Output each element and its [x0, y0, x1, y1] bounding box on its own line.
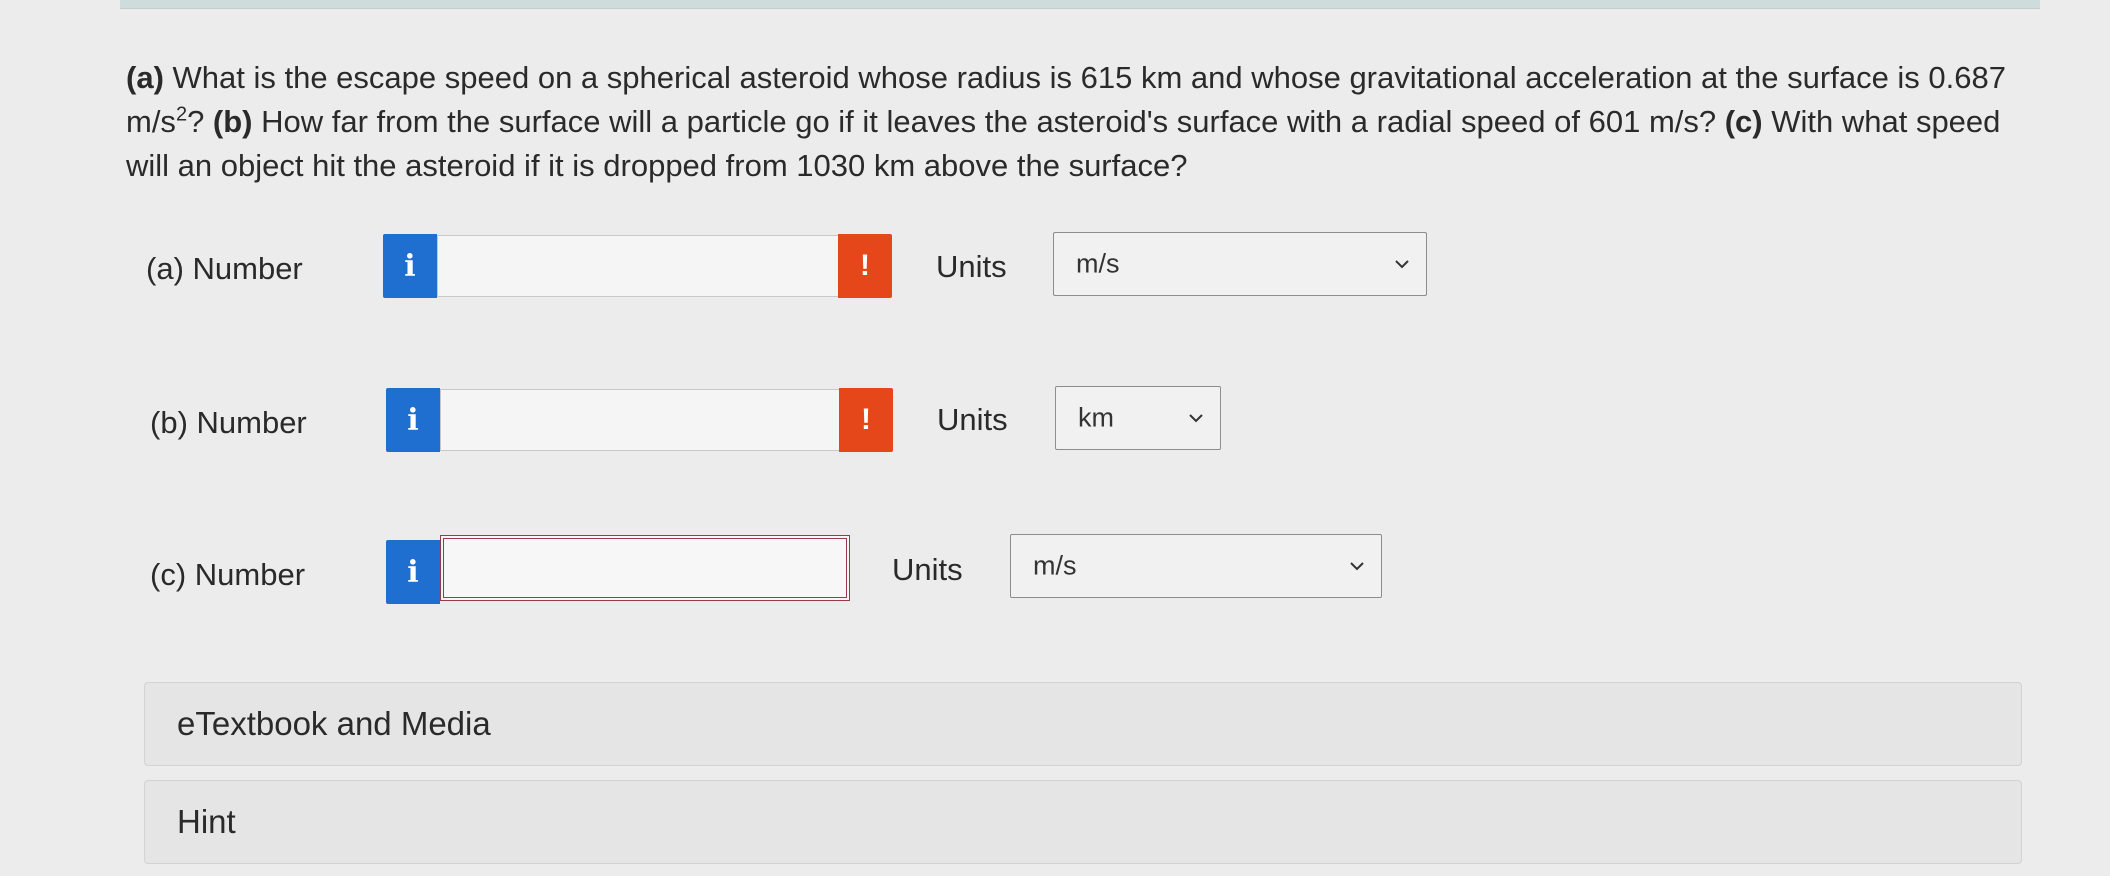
etextbook-media-label: eTextbook and Media — [177, 705, 491, 742]
part-a-units-select[interactable]: m/s — [1053, 232, 1427, 296]
part-b-units-select[interactable]: km — [1055, 386, 1221, 450]
part-c-label: (c) Number — [150, 557, 306, 592]
part-a-label: (a) Number — [146, 251, 303, 286]
chevron-down-icon — [1350, 562, 1364, 571]
part-b-label: (b) Number — [150, 405, 307, 440]
part-b-error-icon[interactable]: ! — [839, 388, 893, 452]
part-c-unit-value: m/s — [1033, 550, 1077, 581]
exponent: 2 — [175, 103, 188, 126]
etextbook-media-panel[interactable]: eTextbook and Media — [144, 682, 2022, 766]
part-a-units-label: Units — [936, 249, 1007, 284]
part-b-number-input[interactable] — [440, 389, 842, 451]
part-c-info-icon[interactable]: i — [386, 540, 440, 604]
part-c-units-select[interactable]: m/s — [1010, 534, 1382, 598]
part-a-end: ? — [187, 104, 213, 139]
part-a-tag: (a) — [126, 60, 164, 95]
part-b-units-label: Units — [937, 402, 1008, 437]
part-b-unit-value: km — [1078, 402, 1114, 433]
part-c-tag: (c) — [1724, 104, 1763, 139]
part-b-text: How far from the surface will a particle… — [252, 104, 1725, 139]
part-a-info-icon[interactable]: i — [383, 234, 437, 298]
chevron-down-icon — [1395, 260, 1409, 269]
top-bar — [120, 0, 2040, 9]
chevron-down-icon — [1189, 414, 1203, 423]
hint-label: Hint — [177, 803, 236, 840]
part-c-units-label: Units — [892, 552, 963, 587]
part-b-info-icon[interactable]: i — [386, 388, 440, 452]
part-c-number-input[interactable] — [440, 535, 850, 601]
part-a-unit-value: m/s — [1076, 248, 1120, 279]
hint-panel[interactable]: Hint — [144, 780, 2022, 864]
part-a-number-input[interactable] — [437, 235, 839, 297]
question-text: (a) What is the escape speed on a spheri… — [126, 56, 2006, 188]
part-b-tag: (b) — [212, 104, 253, 139]
part-a-error-icon[interactable]: ! — [838, 234, 892, 298]
